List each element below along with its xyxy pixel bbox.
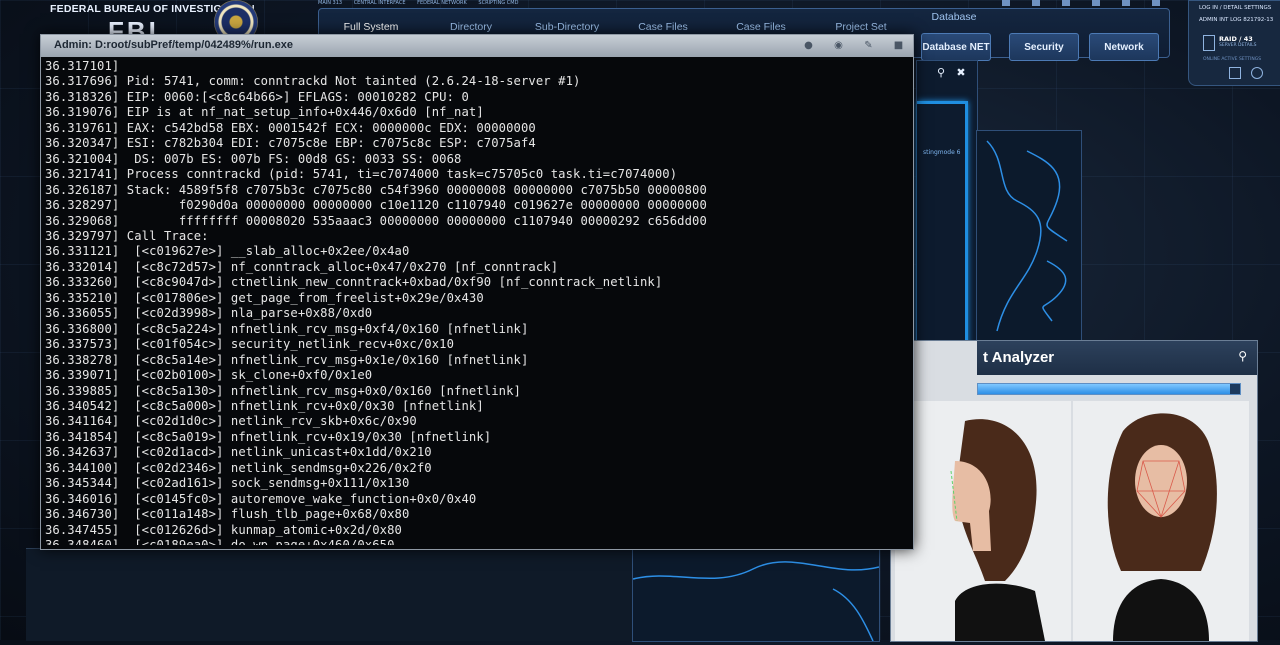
terminal-line: 36.342637] [<c02d1acd>] netlink_unicast+… <box>45 445 432 460</box>
terminal-line: 36.328297] f0290d0a 00000000 00000000 c1… <box>45 198 707 213</box>
terminal-line: 36.338278] [<c8c5a14e>] nfnetlink_rcv_ms… <box>45 352 529 367</box>
toolbar-icon[interactable] <box>1122 0 1130 6</box>
strip-label: CENTRAL INTERFACE <box>353 0 406 6</box>
terminal-line: 36.319761] EAX: c542bd58 EBX: 0001542f E… <box>45 120 536 135</box>
terminal-line: 36.336055] [<c02d3998>] nla_parse+0x88/0… <box>45 306 373 321</box>
close-icon[interactable]: ✖ <box>955 67 967 79</box>
terminal-line: 36.344100] [<c02d2346>] netlink_sendmsg+… <box>45 460 432 475</box>
frontal-photo-graphic <box>1073 401 1249 641</box>
terminal-line: 36.319076] EIP is at nf_nat_setup_info+0… <box>45 105 484 120</box>
bulb-icon[interactable]: ● <box>803 40 814 51</box>
topnav-strip: MAIN 313 CENTRAL INTERFACE FEDERAL NETWO… <box>318 0 568 8</box>
terminal-line: 36.333260] [<c8c9047d>] ctnetlink_new_co… <box>45 275 663 290</box>
terminal-titlebar[interactable]: Admin: D:root/subPref/temp/042489%/run.e… <box>41 35 913 57</box>
terminal-line: 36.321004] DS: 007b ES: 007b FS: 00d8 GS… <box>45 151 462 166</box>
network-icon[interactable] <box>1251 67 1263 79</box>
toolbar-icon[interactable] <box>1002 0 1010 6</box>
toolbar-icon[interactable] <box>1032 0 1040 6</box>
top-icon-row <box>880 0 1160 8</box>
profile-photo-graphic <box>895 401 1071 641</box>
terminal-line: 36.321741] Process conntrackd (pid: 5741… <box>45 167 678 182</box>
database-icon <box>1203 35 1215 51</box>
terminal-line: 36.329068] ffffffff 00008020 535aaac3 00… <box>45 213 707 228</box>
search-icon[interactable]: ⚲ <box>935 67 947 79</box>
terminal-line: 36.339071] [<c02b0100>] sk_clone+0xf0/0x… <box>45 368 373 383</box>
coastline-map-graphic <box>986 140 1068 332</box>
grid-icon[interactable] <box>1229 67 1241 79</box>
lock-icon[interactable]: ■ <box>893 40 904 51</box>
coastline-map <box>976 130 1082 342</box>
search-icon[interactable]: ⚲ <box>1238 349 1247 363</box>
edit-icon[interactable]: ✎ <box>863 40 874 51</box>
strip-label: SCRIPTING CMD <box>478 0 519 6</box>
terminal-line: 36.318326] EIP: 0060:[<c8c64b66>] EFLAGS… <box>45 89 469 104</box>
terminal-line: 36.335210] [<c017806e>] get_page_from_fr… <box>45 290 484 305</box>
lower-panel <box>26 548 632 641</box>
admin-panel: LOG IN / DETAIL SETTINGS ADMIN INT LOG 8… <box>1188 0 1280 86</box>
terminal-line: 36.341854] [<c8c5a019>] nfnetlink_rcv+0x… <box>45 429 492 444</box>
tab-database[interactable]: Database <box>919 11 989 31</box>
analyzer-title: t Analyzer <box>983 349 1055 366</box>
terminal-line: 36.329797] Call Trace: <box>45 228 209 243</box>
terminal-title: Admin: D:root/subPref/temp/042489%/run.e… <box>54 39 294 51</box>
strip-label: MAIN 313 <box>318 0 343 6</box>
terminal-line: 36.326187] Stack: 4589f5f8 c7075b3c c707… <box>45 182 707 197</box>
network-button[interactable]: Network <box>1089 33 1159 61</box>
bottom-map-graphic <box>632 561 880 642</box>
admin-panel-line: ADMIN INT LOG 821792-13 <box>1199 17 1274 23</box>
terminal-line: 36.346730] [<c011a148>] flush_tlb_page+0… <box>45 507 410 522</box>
terminal-line: 36.317696] Pid: 5741, comm: conntrackd N… <box>45 74 581 89</box>
terminal-line: 36.348460] [<c0189ea0>] do_wp_page+0x460… <box>45 538 909 545</box>
strip-label: FEDERAL NETWORK <box>417 0 467 6</box>
terminal-line: 36.336800] [<c8c5a224>] nfnetlink_rcv_ms… <box>45 321 529 336</box>
frontal-photo <box>1073 401 1249 641</box>
terminal-window: Admin: D:root/subPref/temp/042489%/run.e… <box>40 34 914 550</box>
toolbar-icon[interactable] <box>1092 0 1100 6</box>
terminal-line: 36.340542] [<c8c5a000>] nfnetlink_rcv+0x… <box>45 398 484 413</box>
terminal-line: 36.341164] [<c02d1d0c>] netlink_rcv_skb+… <box>45 414 417 429</box>
analyzer-progress-fill <box>978 384 1230 394</box>
security-button[interactable]: Security <box>1009 33 1079 61</box>
admin-panel-footer: ONLINE ACTIVE SETTINGS <box>1203 57 1262 62</box>
terminal-line: 36.331121] [<c019627e>] __slab_alloc+0x2… <box>45 244 410 259</box>
terminal-line: 36.332014] [<c8c72d57>] nf_conntrack_all… <box>45 259 559 274</box>
profile-photo <box>895 401 1071 641</box>
admin-panel-line[interactable]: LOG IN / DETAIL SETTINGS <box>1199 5 1271 11</box>
bottom-map <box>632 548 880 642</box>
toolbar-icon[interactable] <box>1062 0 1070 6</box>
analyzer-header: t Analyzer ⚲ <box>977 341 1257 375</box>
terminal-line: 36.339885] [<c8c5a130>] nfnetlink_rcv_ms… <box>45 383 521 398</box>
globe-icon[interactable]: ◉ <box>833 40 844 51</box>
terminal-output[interactable]: 36.317101] 36.317696] Pid: 5741, comm: co… <box>45 59 909 545</box>
terminal-line: 36.347455] [<c012626d>] kunmap_atomic+0x… <box>45 522 402 537</box>
analyzer-progress <box>977 383 1241 395</box>
database-net-button[interactable]: Database NET <box>921 33 991 61</box>
terminal-line: 36.317101] <box>45 59 120 73</box>
map-tag: stingmode 6 <box>923 149 961 156</box>
terminal-line: 36.320347] ESI: c782b304 EDI: c7075c8e E… <box>45 136 536 151</box>
terminal-line: 36.337573] [<c01f054c>] security_netlink… <box>45 337 455 352</box>
raid-label: RAID / 43 <box>1219 35 1253 43</box>
toolbar-icon[interactable] <box>1152 0 1160 6</box>
face-analyzer-window: t Analyzer ⚲ <box>890 340 1258 642</box>
terminal-line: 36.345344] [<c02ad161>] sock_sendmsg+0x1… <box>45 476 410 491</box>
raid-sub-label: SERVER DETAILS <box>1219 43 1257 48</box>
terminal-line: 36.346016] [<c0145fc0>] autoremove_wake_… <box>45 491 477 506</box>
